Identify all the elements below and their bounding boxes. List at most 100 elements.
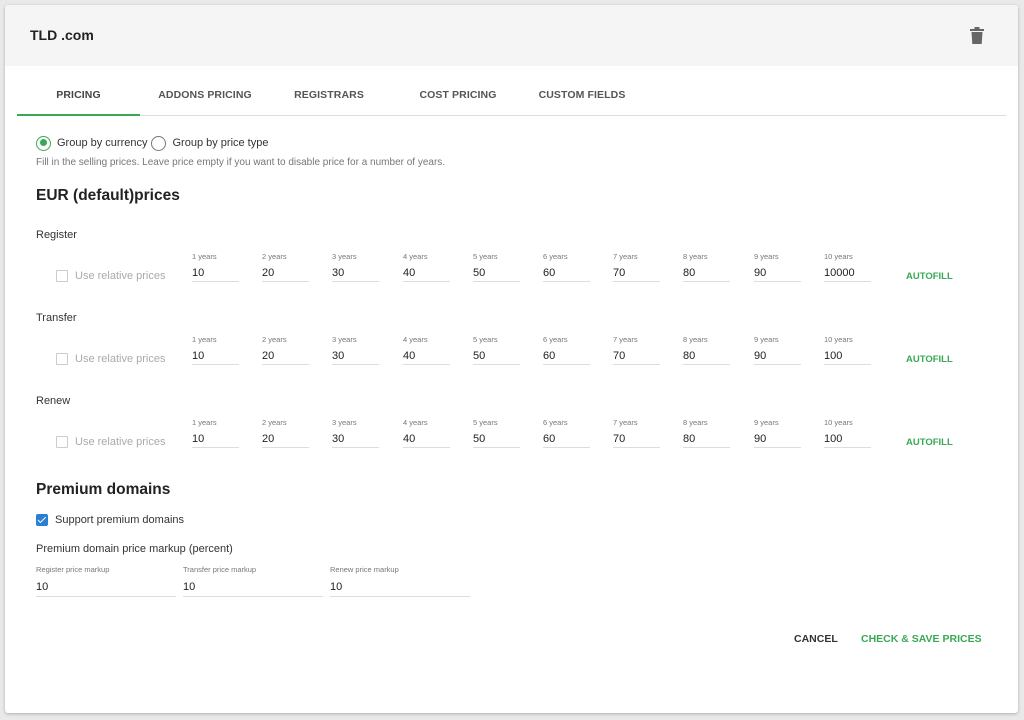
transfer-price-input[interactable]: 40 <box>403 347 450 365</box>
transfer-price-field: 5 years 50 <box>473 335 520 365</box>
year-label: 6 years <box>543 252 568 261</box>
register-price-input[interactable]: 10 <box>192 264 239 282</box>
support-premium-checkbox[interactable] <box>36 514 48 526</box>
register-relative-prices: Use relative prices <box>56 270 165 282</box>
renew-price-input[interactable]: 10 <box>192 430 239 448</box>
tab-bar: PRICING ADDONS PRICING REGISTRARS COST P… <box>17 66 1006 116</box>
year-label: 5 years <box>473 418 498 427</box>
renew-price-input[interactable]: 80 <box>683 430 730 448</box>
transfer-relative-prices-checkbox[interactable] <box>56 353 68 365</box>
transfer-price-field: 2 years 20 <box>262 335 309 365</box>
transfer-relative-prices-label[interactable]: Use relative prices <box>75 353 165 365</box>
year-label: 2 years <box>262 335 287 344</box>
register-price-field: 1 years 10 <box>192 252 239 282</box>
transfer-price-input[interactable]: 50 <box>473 347 520 365</box>
pricing-hint: Fill in the selling prices. Leave price … <box>36 157 446 168</box>
year-label: 8 years <box>683 252 708 261</box>
renew-price-field: 6 years 60 <box>543 418 590 448</box>
year-label: 3 years <box>332 418 357 427</box>
transfer-price-input[interactable]: 80 <box>683 347 730 365</box>
tab-custom-fields[interactable]: CUSTOM FIELDS <box>525 66 639 116</box>
transfer-price-field: 1 years 10 <box>192 335 239 365</box>
transfer-price-field: 10 years 100 <box>824 335 871 365</box>
transfer-price-input[interactable]: 100 <box>824 347 871 365</box>
transfer-markup-label: Transfer price markup <box>183 565 257 574</box>
renew-price-input[interactable]: 60 <box>543 430 590 448</box>
year-label: 6 years <box>543 418 568 427</box>
renew-price-input[interactable]: 40 <box>403 430 450 448</box>
renew-relative-prices-label[interactable]: Use relative prices <box>75 436 165 448</box>
year-label: 9 years <box>754 335 779 344</box>
year-label: 1 years <box>192 335 217 344</box>
year-label: 7 years <box>613 252 638 261</box>
tab-addons-pricing[interactable]: ADDONS PRICING <box>145 66 265 116</box>
register-price-input[interactable]: 30 <box>332 264 379 282</box>
renew-autofill-button[interactable]: AUTOFILL <box>906 437 953 448</box>
register-relative-prices-checkbox[interactable] <box>56 270 68 282</box>
year-label: 2 years <box>262 418 287 427</box>
tab-cost-pricing[interactable]: COST PRICING <box>397 66 519 116</box>
check-save-prices-button[interactable]: CHECK & SAVE PRICES <box>861 633 982 645</box>
transfer-autofill-button[interactable]: AUTOFILL <box>906 354 953 365</box>
register-price-input[interactable]: 90 <box>754 264 801 282</box>
register-price-input[interactable]: 40 <box>403 264 450 282</box>
year-label: 5 years <box>473 252 498 261</box>
renew-price-input[interactable]: 70 <box>613 430 660 448</box>
renew-price-field: 7 years 70 <box>613 418 660 448</box>
transfer-price-input[interactable]: 20 <box>262 347 309 365</box>
renew-price-field: 9 years 90 <box>754 418 801 448</box>
year-label: 3 years <box>332 335 357 344</box>
register-relative-prices-label[interactable]: Use relative prices <box>75 270 165 282</box>
register-price-input[interactable]: 60 <box>543 264 590 282</box>
group-by-currency-label[interactable]: Group by currency <box>57 137 147 149</box>
transfer-markup-input[interactable]: 10 <box>183 577 323 597</box>
transfer-price-input[interactable]: 70 <box>613 347 660 365</box>
group-by-currency-radio[interactable] <box>36 135 51 151</box>
year-label: 9 years <box>754 252 779 261</box>
renew-relative-prices-checkbox[interactable] <box>56 436 68 448</box>
register-price-input[interactable]: 80 <box>683 264 730 282</box>
year-label: 9 years <box>754 418 779 427</box>
transfer-price-input[interactable]: 90 <box>754 347 801 365</box>
renew-price-input[interactable]: 50 <box>473 430 520 448</box>
transfer-price-field: 4 years 40 <box>403 335 450 365</box>
transfer-price-field: 8 years 80 <box>683 335 730 365</box>
tab-pricing[interactable]: PRICING <box>17 66 140 116</box>
register-price-input[interactable]: 20 <box>262 264 309 282</box>
premium-heading: Premium domains <box>36 481 171 498</box>
renew-price-input[interactable]: 100 <box>824 430 871 448</box>
group-by-price-type-radio[interactable] <box>151 135 167 151</box>
dialog-title: TLD .com <box>30 27 94 43</box>
group-by-price-type-label[interactable]: Group by price type <box>172 137 268 149</box>
cancel-button[interactable]: CANCEL <box>794 633 838 645</box>
grouping-options: Group by currency Group by price type <box>36 135 272 151</box>
register-markup-input[interactable]: 10 <box>36 577 176 597</box>
renew-price-input[interactable]: 90 <box>754 430 801 448</box>
transfer-price-input[interactable]: 30 <box>332 347 379 365</box>
renew-row-label: Renew <box>36 395 71 407</box>
renew-price-field: 5 years 50 <box>473 418 520 448</box>
transfer-price-input[interactable]: 60 <box>543 347 590 365</box>
renew-price-field: 10 years 100 <box>824 418 871 448</box>
year-label: 2 years <box>262 252 287 261</box>
renew-price-input[interactable]: 30 <box>332 430 379 448</box>
support-premium-label[interactable]: Support premium domains <box>55 514 184 526</box>
register-price-input[interactable]: 70 <box>613 264 660 282</box>
year-label: 10 years <box>824 335 853 344</box>
currency-heading: EUR (default)prices <box>36 187 180 204</box>
register-autofill-button[interactable]: AUTOFILL <box>906 271 953 282</box>
register-price-field: 3 years 30 <box>332 252 379 282</box>
register-price-field: 8 years 80 <box>683 252 730 282</box>
renew-price-field: 1 years 10 <box>192 418 239 448</box>
renew-price-field: 8 years 80 <box>683 418 730 448</box>
renew-price-field: 2 years 20 <box>262 418 309 448</box>
tab-registrars[interactable]: REGISTRARS <box>275 66 383 116</box>
register-price-field: 9 years 90 <box>754 252 801 282</box>
year-label: 5 years <box>473 335 498 344</box>
register-price-input[interactable]: 10000 <box>824 264 871 282</box>
register-price-input[interactable]: 50 <box>473 264 520 282</box>
renew-markup-input[interactable]: 10 <box>330 577 470 597</box>
transfer-price-input[interactable]: 10 <box>192 347 239 365</box>
trash-icon[interactable] <box>970 27 984 44</box>
renew-price-input[interactable]: 20 <box>262 430 309 448</box>
